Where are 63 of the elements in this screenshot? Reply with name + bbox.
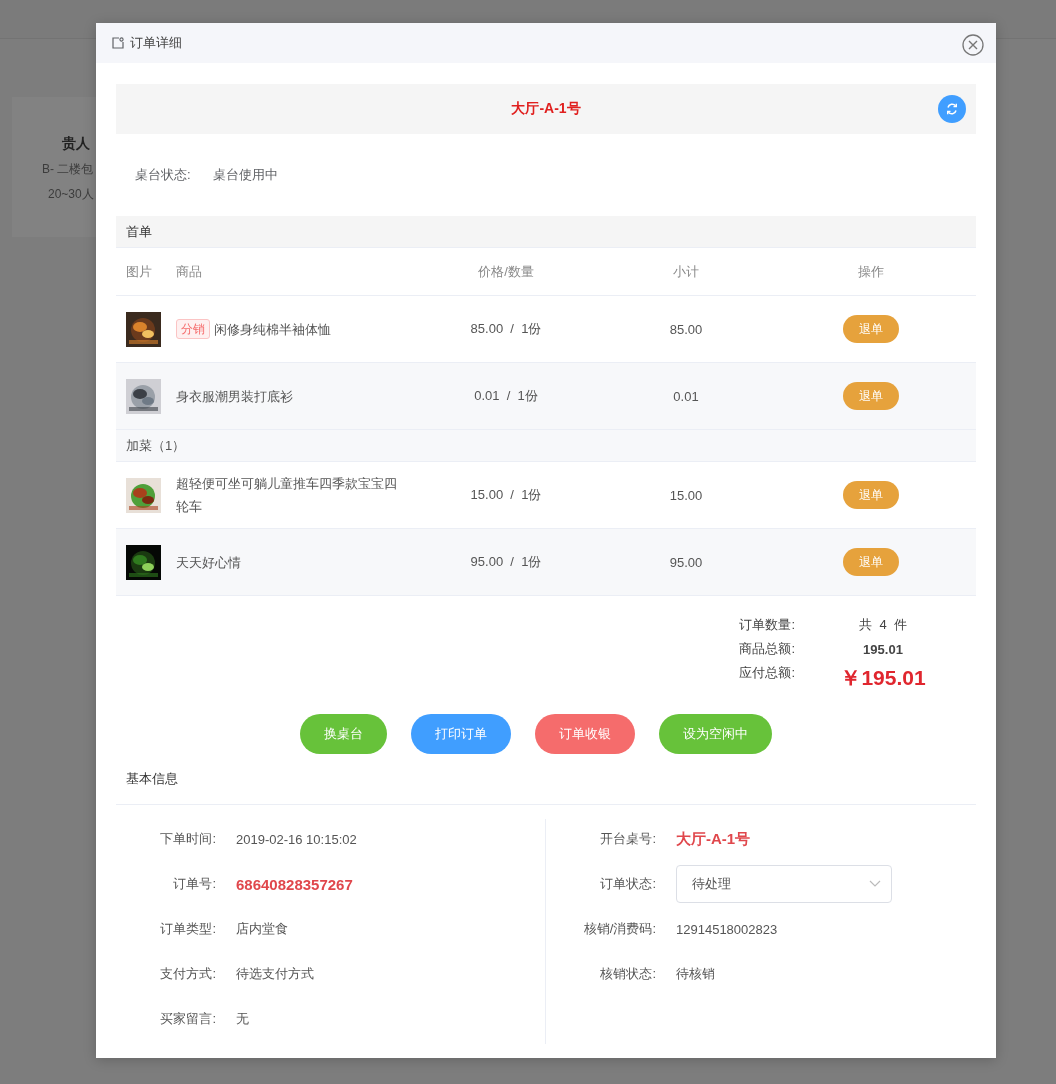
action-button[interactable]: 换桌台 — [300, 714, 387, 754]
subtotal: 0.01 — [672, 388, 700, 404]
price-quantity: 85.00 / 1份 — [469, 320, 543, 338]
field-value: 大厅-A-1号 — [676, 829, 752, 849]
summary-label: 商品总额: — [739, 640, 795, 658]
field-label: 订单状态: — [599, 875, 656, 893]
status-select[interactable]: 待处理 — [676, 865, 892, 903]
field-value: 2019-02-16 10:15:02 — [236, 831, 358, 847]
refund-button[interactable]: 退单 — [843, 481, 899, 509]
refund-button[interactable]: 退单 — [843, 315, 899, 343]
card-text: 20~30人 — [48, 186, 94, 203]
subtotal: 95.00 — [668, 554, 704, 570]
column-header: 操作 — [857, 262, 885, 281]
status-label: 桌台状态: — [135, 166, 191, 184]
summary-value: 195.01 — [862, 641, 904, 657]
distribution-tag: 分销 — [176, 319, 210, 339]
refund-button[interactable]: 退单 — [843, 382, 899, 410]
price-quantity: 15.00 / 1份 — [469, 486, 543, 504]
subtotal: 15.00 — [668, 487, 704, 503]
field-label: 支付方式: — [159, 965, 216, 983]
refresh-icon[interactable] — [938, 95, 966, 123]
field-label: 下单时间: — [159, 830, 216, 848]
field-label: 开台桌号: — [599, 830, 656, 848]
summary-label: 订单数量: — [739, 616, 795, 634]
column-header: 小计 — [672, 262, 700, 281]
field-value: 12914518002823 — [676, 921, 779, 937]
card-title: 贵人 — [62, 135, 91, 153]
summary-value: ￥195.01 — [839, 665, 927, 691]
field-label: 买家留言: — [159, 1010, 216, 1028]
chevron-down-icon — [869, 880, 881, 888]
section-title: 基本信息 — [126, 770, 178, 788]
field-label: 订单号: — [172, 875, 216, 893]
dialog-title: 订单详细 — [130, 34, 182, 52]
product-name: 身衣服潮男装打底衫 — [176, 387, 293, 406]
subtotal: 85.00 — [668, 321, 704, 337]
summary-label: 应付总额: — [739, 664, 795, 682]
action-button[interactable]: 打印订单 — [411, 714, 511, 754]
product-name: 天天好心情 — [176, 553, 241, 572]
status-value: 桌台使用中 — [212, 166, 278, 184]
field-value: 68640828357267 — [236, 875, 354, 893]
close-icon[interactable] — [962, 34, 984, 56]
document-icon — [112, 37, 124, 49]
field-value: 待核销 — [676, 965, 716, 983]
field-value: 待选支付方式 — [236, 965, 315, 983]
table-name: 大厅-A-1号 — [511, 100, 581, 118]
column-header: 价格/数量 — [477, 262, 535, 281]
field-label: 核销/消费码: — [582, 920, 656, 938]
summary-value: 共 4 件 — [858, 616, 908, 634]
field-value: 无 — [236, 1010, 250, 1028]
field-label: 订单类型: — [159, 920, 216, 938]
field-value: 店内堂食 — [236, 920, 289, 938]
refund-button[interactable]: 退单 — [843, 548, 899, 576]
action-button[interactable]: 设为空闲中 — [659, 714, 772, 754]
field-label: 核销状态: — [599, 965, 656, 983]
product-name: 超轻便可坐可躺儿童推车四季款宝宝四轮车 — [176, 475, 398, 516]
column-header: 商品 — [176, 262, 203, 281]
section-title: 加菜（1） — [126, 436, 186, 455]
section-title: 首单 — [126, 222, 152, 241]
price-quantity: 95.00 / 1份 — [469, 553, 543, 571]
product-name: 闲修身纯棉半袖体恤 — [214, 320, 331, 339]
action-button[interactable]: 订单收银 — [535, 714, 635, 754]
price-quantity: 0.01 / 1份 — [473, 387, 539, 405]
column-header: 图片 — [126, 262, 153, 281]
